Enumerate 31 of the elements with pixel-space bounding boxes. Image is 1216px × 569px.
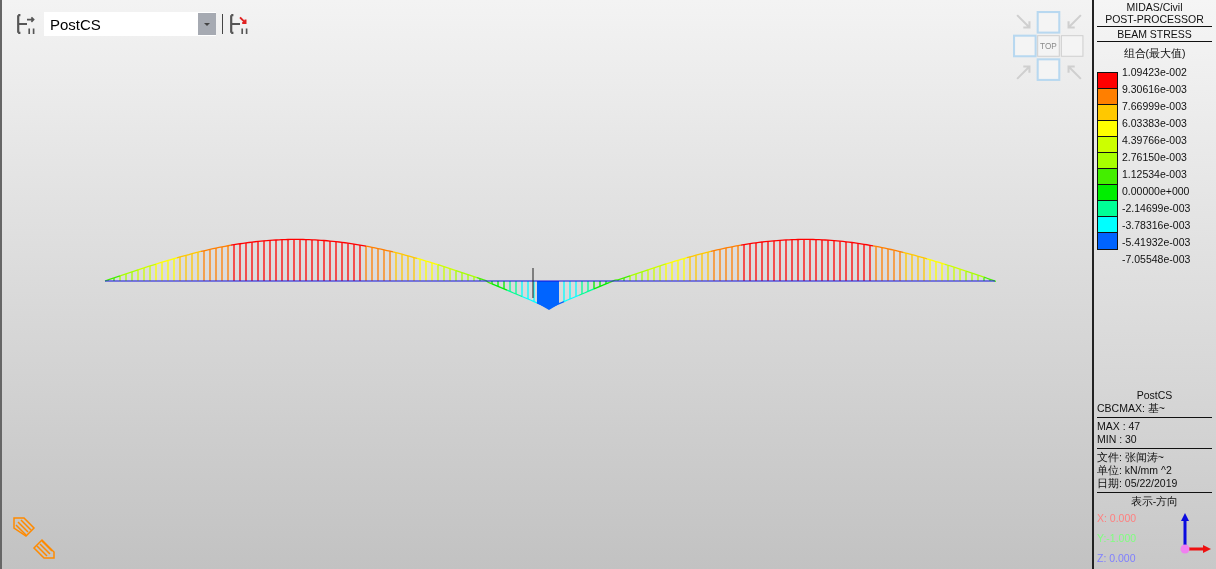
extreme-value: MIN : 30	[1097, 433, 1138, 446]
meta-line: 单位: kN/mm ^2	[1097, 464, 1173, 477]
direction-value: Y:-1.000	[1097, 532, 1137, 545]
legend-value: -3.78316e-003	[1122, 219, 1191, 233]
panel-title: POST-PROCESSOR	[1105, 13, 1204, 25]
component-label: 组合(最大值)	[1122, 47, 1187, 61]
legend-value: 0.00000e+000	[1122, 185, 1191, 199]
stage-name: PostCS	[1136, 389, 1173, 402]
legend-value: 9.30616e-003	[1122, 83, 1188, 97]
axis-triad-icon	[1178, 511, 1212, 555]
legend-value: 2.76150e-003	[1122, 151, 1188, 165]
stage-dropdown[interactable]: PostCS	[44, 12, 216, 36]
direction-value: Z: 0.000	[1097, 552, 1137, 565]
load-case: CBCMAX: 基~	[1097, 402, 1166, 415]
legend-value: -2.14699e-003	[1122, 202, 1191, 216]
panel-title: MIDAS/Civil	[1126, 1, 1183, 13]
legend-value: -7.05548e-003	[1122, 253, 1191, 267]
direction-value: X: 0.000	[1097, 512, 1137, 525]
meta-line: 日期: 05/22/2019	[1097, 477, 1179, 490]
extreme-value: MAX : 47	[1097, 420, 1142, 433]
meta-line: 文件: 张闻涛~	[1097, 451, 1165, 464]
stage-icon[interactable]	[16, 13, 38, 35]
hatched-arrows-icon	[12, 516, 56, 560]
direction-title: 表示-方向	[1130, 495, 1179, 508]
legend-value: 1.09423e-002	[1122, 66, 1188, 80]
legend-value: 7.66999e-003	[1122, 100, 1188, 114]
result-type: BEAM STRESS	[1117, 28, 1192, 40]
legend-value: 6.03383e-003	[1122, 117, 1188, 131]
legend-value: 4.39766e-003	[1122, 134, 1188, 148]
legend-value: 1.12534e-003	[1122, 168, 1188, 182]
legend-value: -5.41932e-003	[1122, 236, 1191, 250]
